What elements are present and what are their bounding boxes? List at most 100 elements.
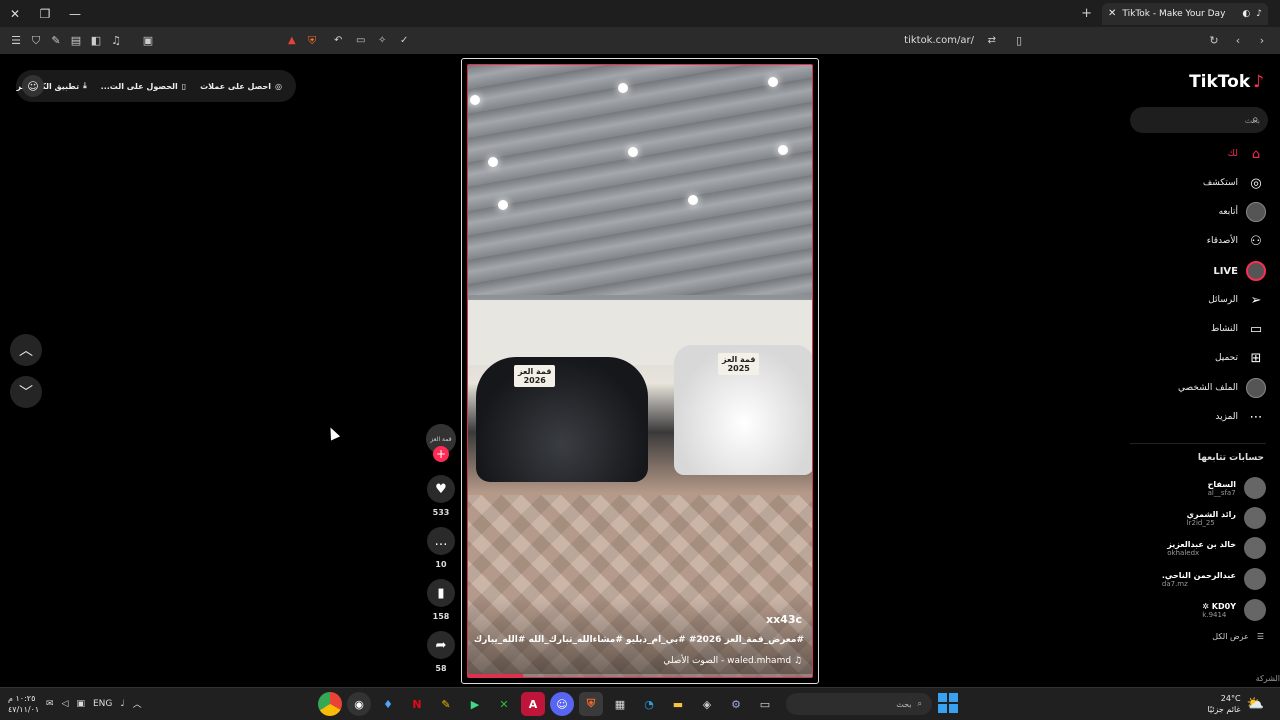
- screen-icon[interactable]: ▭: [356, 35, 365, 46]
- see-all-button[interactable]: ☰ عرض الكل: [1212, 632, 1264, 641]
- extension-icon[interactable]: ✓: [400, 35, 408, 46]
- browser-tabbar: ✕ ❐ — + ✕ TikTok - Make Your Day ◐ ♪: [0, 0, 1280, 27]
- menu-icon[interactable]: ☰: [6, 31, 26, 51]
- audio-icon[interactable]: ◐: [1242, 9, 1250, 19]
- nav-upload[interactable]: ⊞ تحميل: [1126, 347, 1266, 369]
- language-indicator[interactable]: ENG: [93, 699, 112, 709]
- taskview-icon[interactable]: ▭: [753, 692, 777, 716]
- system-tray: ✉ ◁ ▣ ENG ♩ ︿: [46, 697, 142, 711]
- nav-friends[interactable]: ⚇ الأصدقاء: [1126, 230, 1266, 252]
- account-username: da7.mz: [1161, 579, 1188, 588]
- bookmark-icon[interactable]: ▮: [427, 579, 455, 607]
- app-icon[interactable]: ◉: [347, 692, 371, 716]
- nav-explore[interactable]: ◎ استكشف: [1126, 172, 1266, 194]
- music-note-icon: ♫: [791, 656, 802, 666]
- notification-icon[interactable]: ✉: [46, 699, 54, 709]
- address-bar[interactable]: ▲ ⛨ ↶ ▭ ✧ ✓ tiktok.com/ar/ ⇄ ▯: [282, 30, 1026, 51]
- browser-tab[interactable]: ✕ TikTok - Make Your Day ◐ ♪: [1102, 2, 1268, 25]
- netflix-icon[interactable]: N: [405, 692, 429, 716]
- account-item[interactable]: السفاح al__sfa7: [1126, 475, 1266, 501]
- weather-widget[interactable]: ⛅ 24°C غائم جزئيًا: [1207, 693, 1264, 715]
- play-icon[interactable]: ▶: [463, 692, 487, 716]
- get-app-button[interactable]: ▯ الحصول على الت...: [101, 82, 186, 91]
- save-action[interactable]: ▮ 158: [426, 579, 456, 621]
- new-tab-icon[interactable]: +: [1081, 6, 1092, 21]
- account-item[interactable]: رائد الشمري lr2id_25: [1126, 505, 1266, 531]
- brave-shield-icon[interactable]: ⛨: [308, 34, 316, 48]
- previous-video-button[interactable]: ︿: [10, 334, 42, 366]
- nav-live[interactable]: LIVE: [1126, 260, 1266, 282]
- display-icon[interactable]: ▣: [76, 699, 85, 709]
- start-button[interactable]: [938, 693, 958, 713]
- translate-icon[interactable]: ✧: [378, 35, 386, 46]
- nav-for-you[interactable]: ⌂ لك: [1126, 143, 1266, 165]
- account-item[interactable]: خالد بن عبدالعزيز okhaledx: [1126, 535, 1266, 561]
- video-caption[interactable]: #معرض_قمة_العز 2026# #بي_ام_دبليو #مشاءا…: [474, 635, 804, 645]
- company-link[interactable]: الشركة: [1256, 674, 1280, 683]
- m365-icon[interactable]: ◈: [695, 692, 719, 716]
- sidebar-icon[interactable]: ◧: [86, 31, 106, 51]
- nav-more[interactable]: ⋯ المزيد: [1126, 406, 1266, 428]
- search-input[interactable]: بحث ⌕: [1130, 107, 1268, 133]
- video-player[interactable]: قمة العز 2026 قمة العز 2025 xx43c #معرض_…: [467, 64, 813, 678]
- next-video-button[interactable]: ﹀: [10, 376, 42, 408]
- taskbar-search-input[interactable]: ⌕ بحث: [786, 693, 932, 715]
- comment-action[interactable]: … 10: [426, 527, 456, 569]
- account-item[interactable]: عبدالرحمن الناحي. da7.mz: [1126, 566, 1266, 592]
- reload-icon[interactable]: ↻: [1204, 30, 1224, 50]
- clock-time: ١٠:٢٥ م: [8, 694, 36, 703]
- music-info[interactable]: ♫ waled.mhamd - الصوت الأصلي: [663, 656, 802, 666]
- volume-icon[interactable]: ◁: [62, 699, 69, 709]
- nav-profile[interactable]: الملف الشخصي: [1126, 377, 1266, 399]
- get-coins-button[interactable]: ◎ احصل على عملات: [200, 82, 282, 91]
- system-clock[interactable]: ١٠:٢٥ م ٤٧/١١/٠١: [8, 693, 39, 715]
- close-window-icon[interactable]: ✕: [0, 0, 30, 27]
- account-item[interactable]: KD0Y ✲ k.9414: [1126, 597, 1266, 623]
- comment-icon[interactable]: …: [427, 527, 455, 555]
- tray-overflow-icon[interactable]: ︿: [133, 697, 142, 710]
- back-history-icon[interactable]: ↶: [334, 35, 342, 46]
- heart-icon[interactable]: ♥: [427, 475, 455, 503]
- folder-icon[interactable]: ▬: [666, 692, 690, 716]
- action-rail: قمة العز + ♥ 533 … 10 ▮ 158 ➦ 58: [426, 424, 456, 673]
- like-action[interactable]: ♥ 533: [426, 475, 456, 517]
- access-icon[interactable]: A: [521, 692, 545, 716]
- share-icon[interactable]: ➦: [427, 631, 455, 659]
- close-tab-icon[interactable]: ✕: [1108, 8, 1116, 19]
- discord-icon[interactable]: ☺: [550, 692, 574, 716]
- restore-window-icon[interactable]: ❐: [30, 0, 60, 27]
- video-progress[interactable]: [468, 674, 812, 677]
- drop-icon[interactable]: ♦: [376, 692, 400, 716]
- search-icon[interactable]: ⌕: [1252, 112, 1259, 127]
- nav-label: الملف الشخصي: [1178, 383, 1238, 393]
- pen-icon[interactable]: ✎: [434, 692, 458, 716]
- forward-icon[interactable]: ›: [1252, 30, 1272, 50]
- share-action[interactable]: ➦ 58: [426, 631, 456, 673]
- tiktok-logo[interactable]: ♪ TikTok: [1189, 72, 1264, 92]
- user-avatar[interactable]: ☺: [22, 75, 44, 97]
- bookmark-icon[interactable]: ▯: [1016, 34, 1022, 47]
- nav-following[interactable]: أتابعه: [1126, 201, 1266, 223]
- wallet-icon[interactable]: ▣: [138, 31, 158, 51]
- follow-button[interactable]: +: [433, 446, 449, 462]
- nav-activity[interactable]: ▭ النشاط: [1126, 318, 1266, 340]
- brave-icon[interactable]: ⛨: [579, 692, 603, 716]
- music-icon[interactable]: ♫: [106, 31, 126, 51]
- store-icon[interactable]: ▦: [608, 692, 632, 716]
- back-icon[interactable]: ‹: [1228, 30, 1248, 50]
- nav-messages[interactable]: ➢ الرسائل: [1126, 289, 1266, 311]
- following-accounts-title: حسابات تتابعها: [1197, 453, 1264, 463]
- microphone-icon[interactable]: ♩: [120, 699, 124, 709]
- shield-icon[interactable]: ⛉: [26, 31, 46, 51]
- minimize-window-icon[interactable]: —: [60, 0, 90, 27]
- rewards-icon[interactable]: ▲: [288, 35, 296, 46]
- edge-icon[interactable]: ◔: [637, 692, 661, 716]
- steam-icon[interactable]: ⚙: [724, 692, 748, 716]
- site-settings-icon[interactable]: ⇄: [988, 35, 996, 46]
- chrome-icon[interactable]: [318, 692, 342, 716]
- sign-text: قمة العز: [722, 355, 756, 364]
- pin-icon[interactable]: ✎: [46, 31, 66, 51]
- xbox-icon[interactable]: ✕: [492, 692, 516, 716]
- account-name: KD0Y ✲: [1202, 601, 1236, 611]
- tabs-icon[interactable]: ▤: [66, 31, 86, 51]
